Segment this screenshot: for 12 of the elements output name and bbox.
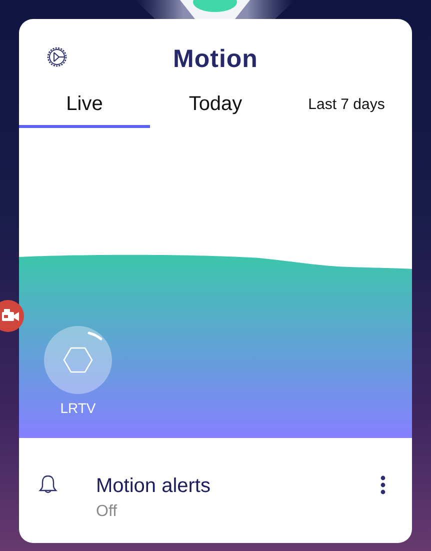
period-tab[interactable]: Live [19,89,150,128]
period-tab[interactable]: Last 7 days [281,89,412,128]
screen-title: Motion [173,44,258,74]
settings-icon[interactable] [45,45,69,69]
alert-status: Off [96,503,118,521]
period-tab[interactable]: Today [150,89,281,128]
camera-badge[interactable] [0,300,24,332]
camera-icon [2,309,20,323]
bell-icon [38,474,58,496]
alert-title[interactable]: Motion alerts [96,475,210,498]
device-label: LRTV [60,400,96,416]
more-options-icon[interactable] [380,475,386,495]
